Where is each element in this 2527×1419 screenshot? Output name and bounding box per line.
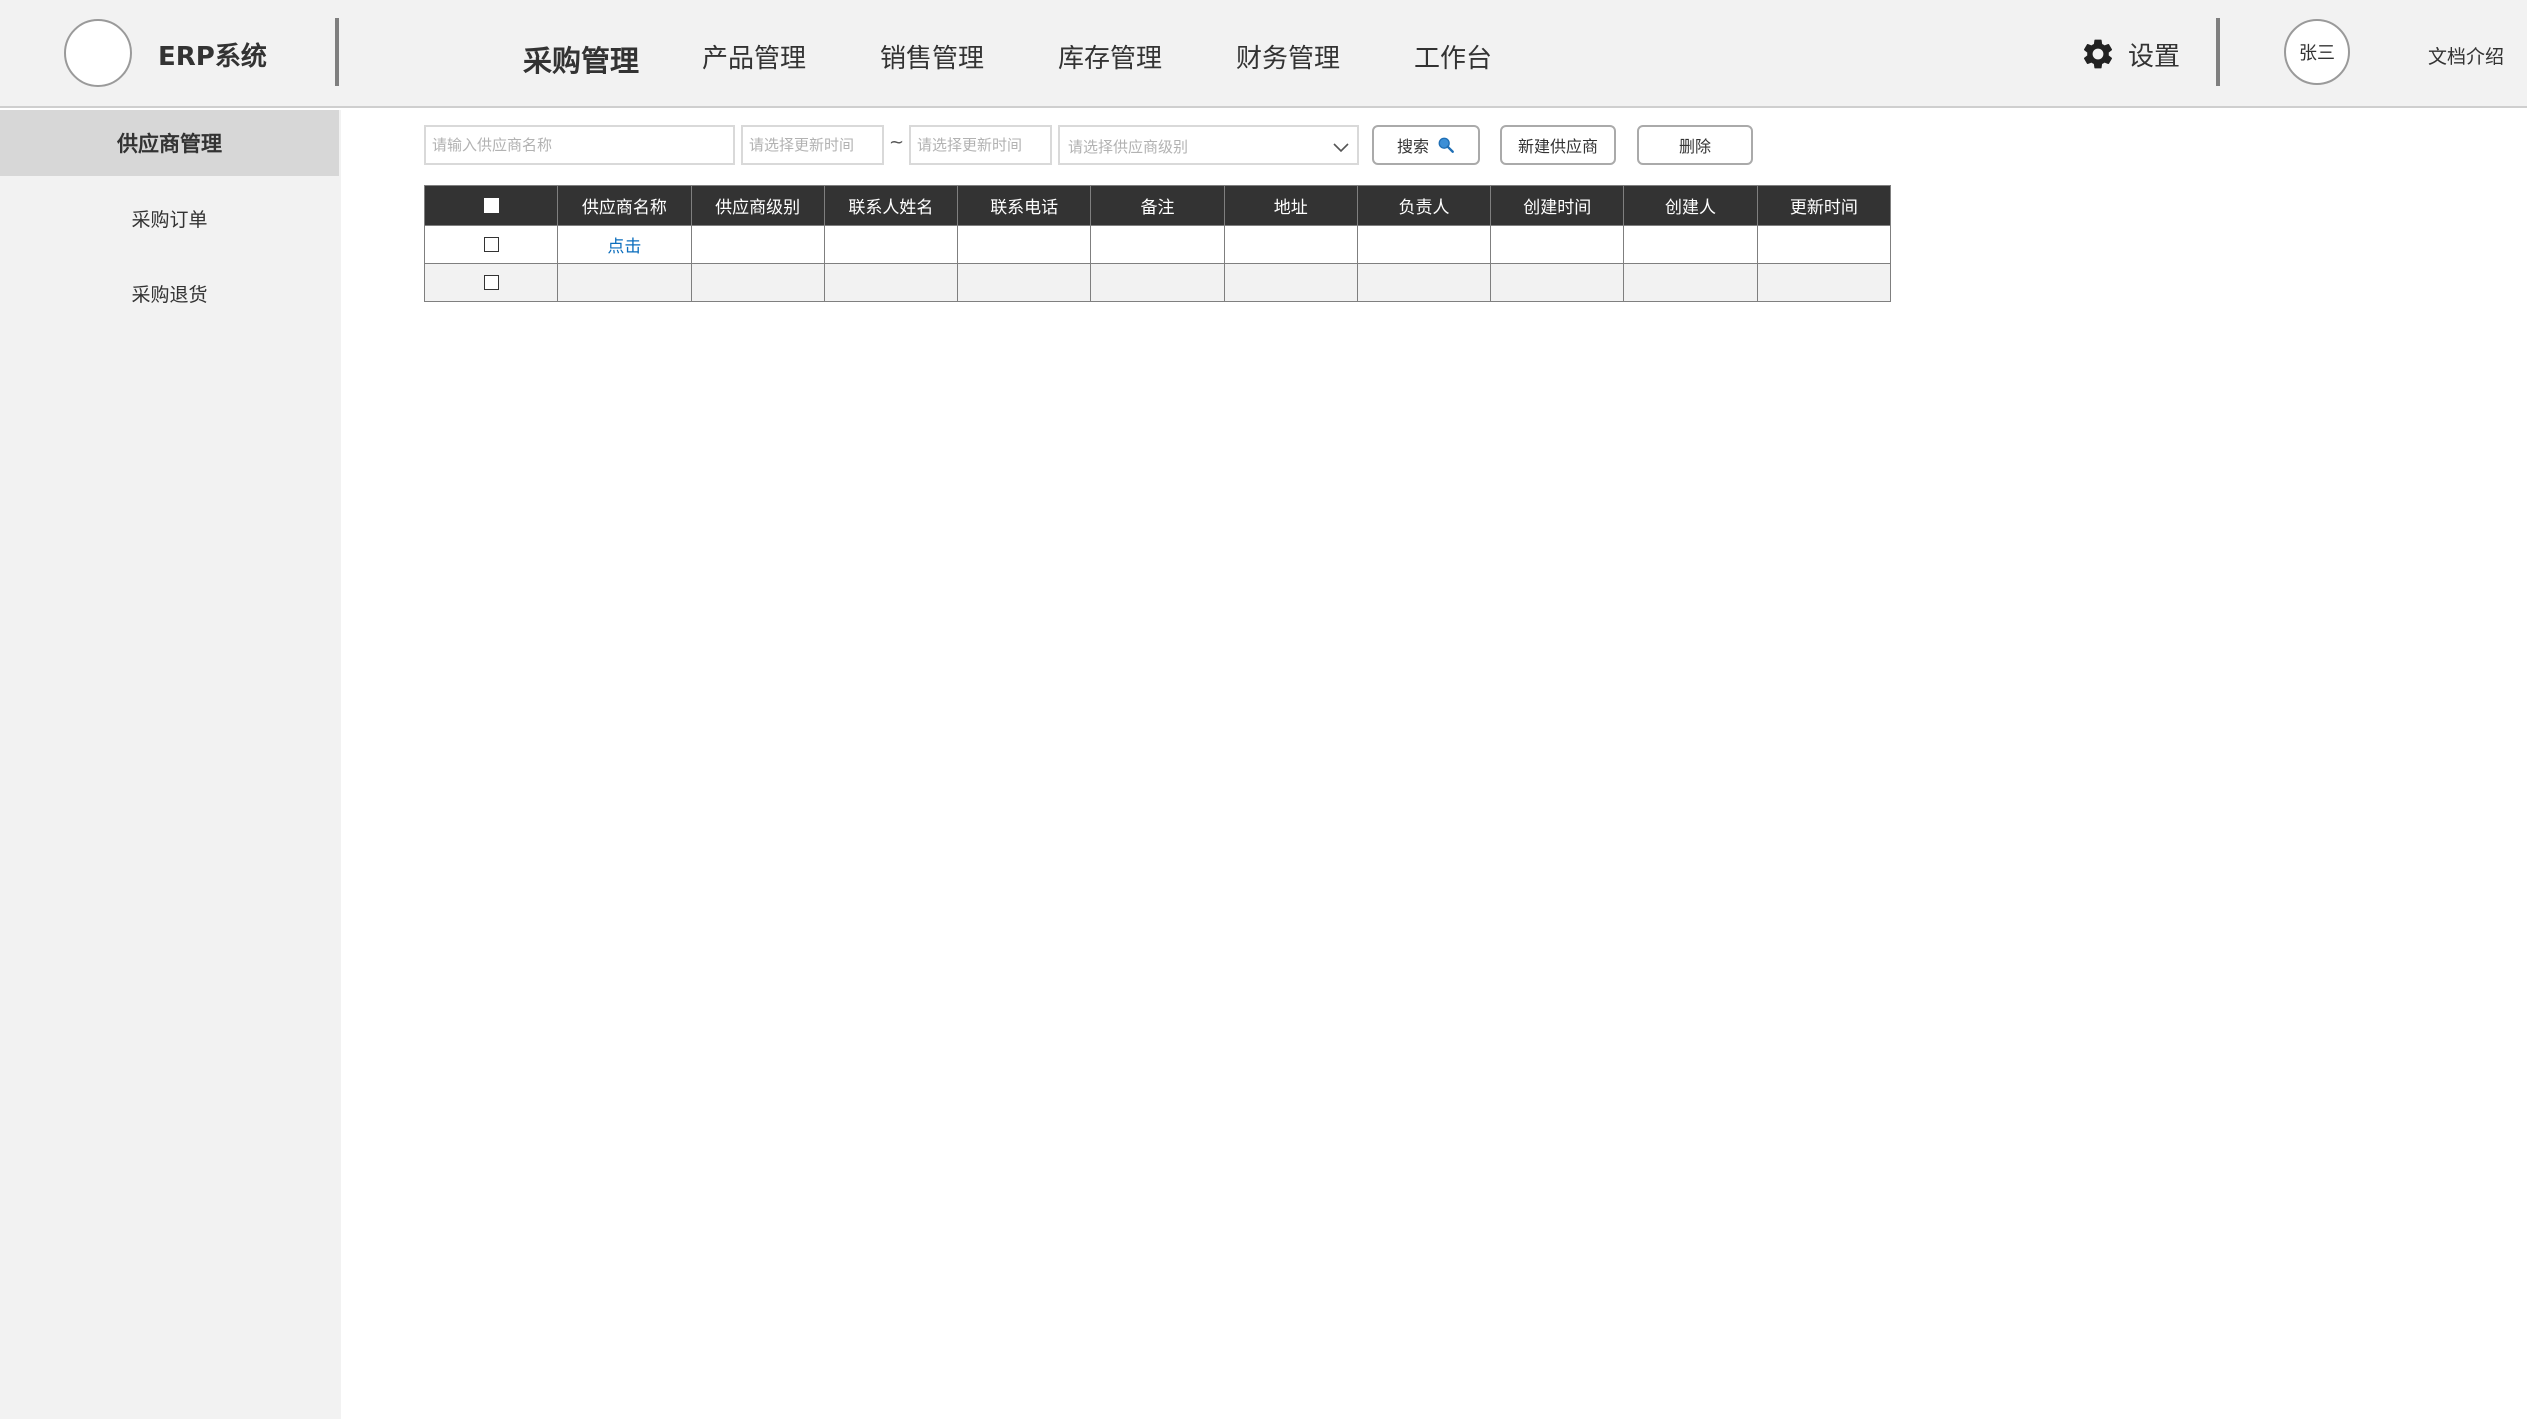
column-header: 创建人 — [1623, 185, 1758, 226]
avatar-name: 张三 — [2299, 43, 2335, 64]
nav-item-sales[interactable]: 销售管理 — [880, 38, 984, 75]
table-cell — [957, 225, 1092, 264]
select-all-checkbox[interactable] — [483, 198, 499, 213]
search-button[interactable]: 搜索 — [1372, 125, 1480, 165]
table-cell — [1223, 263, 1358, 302]
sidebar-item-supplier[interactable]: 供应商管理 — [0, 110, 339, 176]
nav-item-product[interactable]: 产品管理 — [702, 38, 806, 75]
logo-icon — [64, 19, 132, 87]
supplier-table: 供应商名称 供应商级别 联系人姓名 联系电话 备注 地址 负责人 创建时间 创建… — [423, 185, 1892, 302]
top-header: ERP系统 采购管理 产品管理 销售管理 库存管理 财务管理 工作台 设置 张三… — [0, 0, 2527, 108]
table-cell — [1090, 225, 1225, 264]
nav-item-inventory[interactable]: 库存管理 — [1058, 38, 1162, 75]
header-divider-right — [2216, 18, 2220, 86]
sidebar-item-purchase-return[interactable]: 采购退货 — [0, 260, 339, 326]
avatar[interactable]: 张三 — [2284, 19, 2350, 85]
table-cell — [957, 263, 1092, 302]
column-header: 联系电话 — [957, 185, 1092, 226]
table-cell — [1490, 225, 1625, 264]
column-header: 联系人姓名 — [823, 185, 959, 226]
row-checkbox[interactable] — [483, 237, 499, 252]
table-row — [423, 263, 1892, 302]
table-cell — [1223, 225, 1358, 264]
new-supplier-label: 新建供应商 — [1517, 137, 1598, 156]
supplier-name-link[interactable]: 点击 — [607, 237, 641, 257]
row-checkbox[interactable] — [483, 275, 499, 290]
table-cell — [1623, 225, 1758, 264]
settings-button[interactable]: 设置 — [2080, 34, 2180, 74]
column-header: 地址 — [1223, 185, 1358, 226]
nav-item-workbench[interactable]: 工作台 — [1414, 38, 1492, 75]
table-cell — [823, 225, 959, 264]
sidebar-item-purchase-order[interactable]: 采购订单 — [0, 185, 339, 251]
supplier-level-select[interactable]: 请选择供应商级别 — [1058, 125, 1359, 165]
column-header: 更新时间 — [1756, 185, 1892, 226]
table-cell — [1756, 263, 1892, 302]
table-cell: 点击 — [557, 225, 692, 264]
app-title: ERP系统 — [158, 42, 267, 72]
supplier-name-input[interactable] — [424, 125, 735, 165]
table-cell — [1490, 263, 1625, 302]
update-time-to-input[interactable] — [909, 125, 1052, 165]
table-cell — [557, 263, 692, 302]
row-select-cell — [423, 263, 559, 302]
table-header-row: 供应商名称 供应商级别 联系人姓名 联系电话 备注 地址 负责人 创建时间 创建… — [423, 185, 1892, 226]
column-header: 供应商级别 — [690, 185, 825, 226]
new-supplier-button[interactable]: 新建供应商 — [1500, 125, 1616, 165]
chevron-down-icon — [1333, 143, 1349, 153]
column-header: 负责人 — [1356, 185, 1492, 226]
header-divider — [335, 18, 339, 86]
nav-item-purchase[interactable]: 采购管理 — [523, 38, 639, 80]
table-cell — [1356, 225, 1492, 264]
table-cell — [690, 225, 825, 264]
column-header: 供应商名称 — [557, 185, 692, 226]
table-cell — [1090, 263, 1225, 302]
table-row: 点击 — [423, 225, 1892, 264]
table-cell — [1623, 263, 1758, 302]
table-cell — [690, 263, 825, 302]
table-cell — [823, 263, 959, 302]
column-header: 创建时间 — [1490, 185, 1625, 226]
update-time-from-input[interactable] — [741, 125, 884, 165]
sidebar: 供应商管理 采购订单 采购退货 — [0, 110, 341, 1419]
nav-item-finance[interactable]: 财务管理 — [1236, 38, 1340, 75]
supplier-level-placeholder: 请选择供应商级别 — [1068, 138, 1189, 156]
date-range-separator: ~ — [889, 132, 905, 153]
select-all-cell — [423, 185, 559, 226]
search-icon — [1438, 137, 1454, 153]
table-cell — [1356, 263, 1492, 302]
gear-icon — [2080, 36, 2116, 72]
doc-link[interactable]: 文档介绍 — [2428, 42, 2504, 69]
delete-label: 删除 — [1678, 137, 1711, 156]
row-select-cell — [423, 225, 559, 264]
settings-label: 设置 — [2128, 41, 2181, 72]
table-cell — [1756, 225, 1892, 264]
column-header: 备注 — [1090, 185, 1225, 226]
search-button-label: 搜索 — [1396, 137, 1429, 156]
delete-button[interactable]: 删除 — [1637, 125, 1753, 165]
